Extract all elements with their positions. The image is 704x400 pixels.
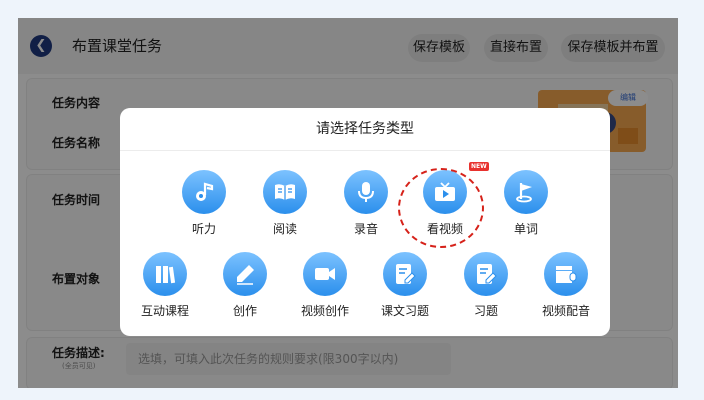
task-type-listening[interactable]: 听力 <box>166 170 242 237</box>
tile-label: 阅读 <box>272 222 297 236</box>
clapper-mic-icon <box>544 252 588 296</box>
new-badge: NEW <box>469 162 489 171</box>
flag-icon <box>504 170 548 214</box>
tile-label: 听力 <box>191 222 216 236</box>
microphone-icon <box>344 170 388 214</box>
task-type-video-create[interactable]: 视频创作 <box>287 252 363 319</box>
book-icon <box>263 170 307 214</box>
tile-label: 单词 <box>513 222 538 236</box>
doc-edit-icon <box>383 252 427 296</box>
task-type-words[interactable]: 单词 <box>488 170 564 237</box>
dialog-title: 请选择任务类型 <box>120 108 610 151</box>
task-type-dialog: 请选择任务类型 听力 阅读 录音 NEW 看视频 单词 互动课程 创作 视频创作… <box>120 108 610 336</box>
highlight-annotation <box>398 168 484 248</box>
headphone-note-icon <box>182 170 226 214</box>
pencil-icon <box>223 252 267 296</box>
video-camera-icon <box>303 252 347 296</box>
task-type-interactive-course[interactable]: 互动课程 <box>127 252 203 319</box>
tile-label: 创作 <box>232 304 257 318</box>
task-type-reading[interactable]: 阅读 <box>247 170 323 237</box>
task-type-video-dubbing[interactable]: 视频配音 <box>528 252 604 319</box>
tile-label: 视频创作 <box>300 304 349 318</box>
app-frame: ❮ 布置课堂任务 保存模板 直接布置 保存模板并布置 任务内容 任务名称 任务时… <box>18 18 678 388</box>
task-type-create[interactable]: 创作 <box>207 252 283 319</box>
tile-label: 视频配音 <box>541 304 590 318</box>
task-type-recording[interactable]: 录音 <box>328 170 404 237</box>
task-type-text-exercise[interactable]: 课文习题 <box>367 252 443 319</box>
tile-label: 录音 <box>353 222 378 236</box>
tile-label: 习题 <box>473 304 498 318</box>
task-type-exercise[interactable]: 习题 <box>448 252 524 319</box>
doc-edit-icon <box>464 252 508 296</box>
books-icon <box>143 252 187 296</box>
tile-label: 课文习题 <box>380 304 429 318</box>
tile-label: 互动课程 <box>140 304 189 318</box>
